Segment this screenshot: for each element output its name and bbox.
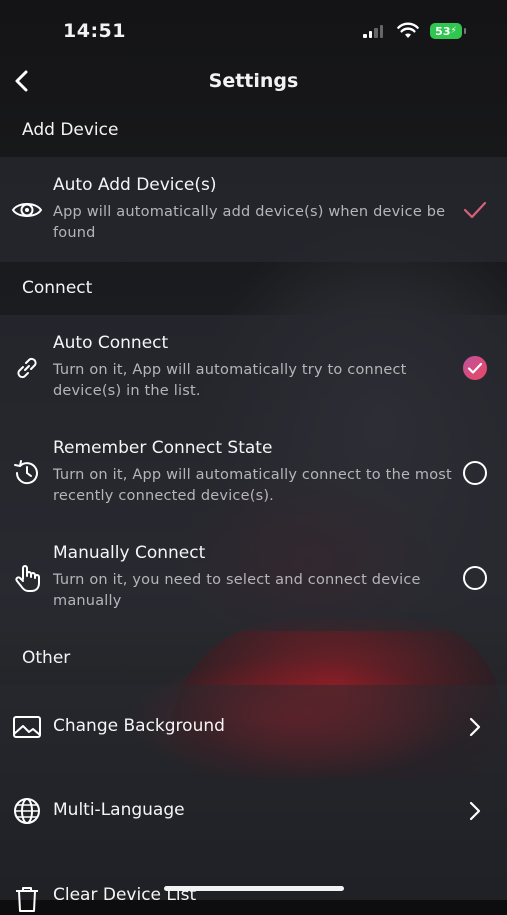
multi-language-row[interactable]: Multi-Language — [0, 769, 507, 853]
chevron-right-icon — [469, 717, 481, 737]
auto-add-device-label: Auto Add Device(s) — [53, 175, 217, 195]
change-background-row[interactable]: Change Background — [0, 685, 507, 769]
radio-unselected-icon[interactable] — [462, 460, 488, 486]
image-icon — [13, 716, 41, 738]
home-indicator — [164, 886, 344, 891]
section-header-add-device: Add Device — [22, 120, 119, 140]
section-header-other: Other — [22, 648, 71, 668]
multi-language-label: Multi-Language — [53, 800, 185, 820]
battery-icon: 53 ⚡ — [430, 23, 466, 39]
globe-icon — [14, 798, 40, 824]
auto-connect-label: Auto Connect — [53, 333, 169, 353]
connect-group: Auto Connect Turn on it, App will automa… — [0, 315, 507, 631]
checkmark-icon[interactable] — [462, 197, 488, 223]
manually-connect-row[interactable]: Manually Connect Turn on it, you need to… — [0, 525, 507, 631]
auto-add-device-row[interactable]: Auto Add Device(s) App will automaticall… — [0, 157, 507, 262]
add-device-group: Auto Add Device(s) App will automaticall… — [0, 157, 507, 262]
clear-device-list-row[interactable]: Clear Device List — [0, 853, 507, 912]
manually-connect-label: Manually Connect — [53, 543, 206, 563]
page-title: Settings — [208, 70, 299, 92]
manually-connect-description: Turn on it, you need to select and conne… — [53, 572, 421, 609]
remember-connect-state-row[interactable]: Remember Connect State Turn on it, App w… — [0, 420, 507, 525]
hand-pointer-icon — [15, 565, 40, 592]
trash-icon — [16, 887, 38, 912]
radio-selected-icon[interactable] — [462, 355, 488, 381]
history-icon — [14, 460, 38, 485]
remember-connect-state-description: Turn on it, App will automatically conne… — [53, 467, 452, 504]
navigation-bar: Settings — [0, 60, 507, 104]
section-header-connect: Connect — [22, 278, 93, 298]
remember-connect-state-label: Remember Connect State — [53, 438, 273, 458]
wifi-icon — [397, 22, 419, 38]
auto-connect-row[interactable]: Auto Connect Turn on it, App will automa… — [0, 315, 507, 420]
auto-add-device-description: App will automatically add device(s) whe… — [53, 204, 446, 241]
chevron-right-icon — [469, 801, 481, 821]
radio-unselected-icon[interactable] — [462, 565, 488, 591]
status-bar: 14:51 53 ⚡ — [0, 0, 507, 60]
auto-connect-description: Turn on it, App will automatically try t… — [53, 362, 407, 399]
change-background-label: Change Background — [53, 716, 225, 736]
eye-icon — [11, 203, 43, 217]
other-group: Change Background Multi-Language Clear D… — [0, 685, 507, 912]
status-time: 14:51 — [63, 20, 126, 42]
link-icon — [17, 357, 37, 379]
cellular-signal-icon — [363, 25, 383, 38]
battery-level: 53 — [435, 24, 451, 38]
